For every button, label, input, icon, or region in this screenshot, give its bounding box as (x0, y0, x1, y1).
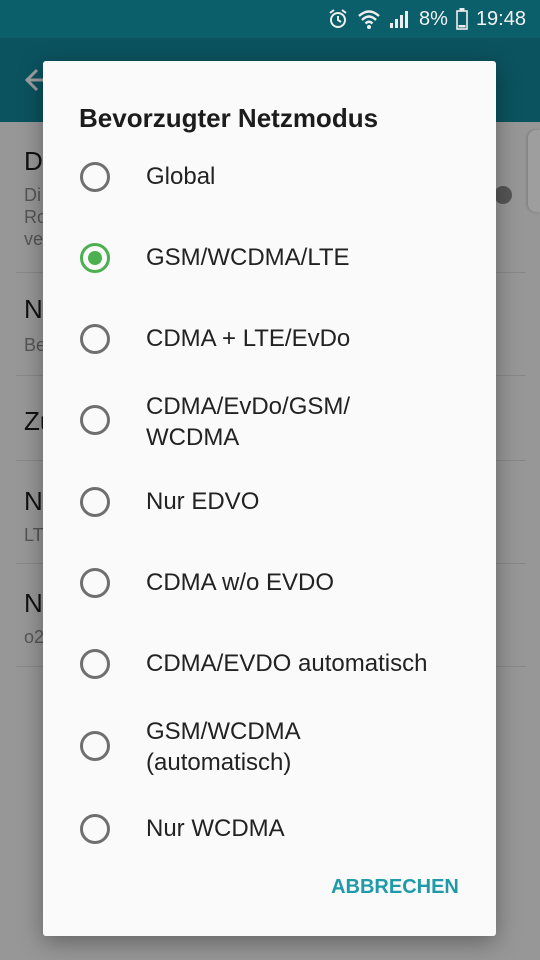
battery-icon (456, 8, 468, 30)
option-nur-edvo[interactable]: Nur EDVO (43, 472, 496, 532)
alarm-icon (327, 8, 349, 30)
option-cdma-wo-evdo[interactable]: CDMA w/o EVDO (43, 553, 496, 613)
radio-button-icon[interactable] (80, 814, 110, 844)
radio-button-icon[interactable] (80, 324, 110, 354)
radio-button-icon[interactable] (80, 649, 110, 679)
option-gsm-wcdma-automatisch[interactable]: GSM/WCDMA (automatisch) (43, 713, 496, 783)
option-label: GSM/WCDMA (automatisch) (146, 718, 300, 776)
radio-button-icon[interactable] (80, 162, 110, 192)
radio-button-icon[interactable] (80, 405, 110, 435)
signal-icon (389, 8, 411, 30)
option-cdma-lte-evdo[interactable]: CDMA + LTE/EvDo (43, 309, 496, 369)
cancel-button[interactable]: ABBRECHEN (320, 869, 470, 905)
option-label: CDMA/EvDo/GSM/ WCDMA (146, 393, 351, 451)
option-label: Nur WCDMA (146, 815, 285, 842)
dialog-title: Bevorzugter Netzmodus (79, 103, 379, 133)
option-label: Global (146, 163, 216, 190)
status-icons: 8% 19:48 (327, 0, 526, 38)
option-gsm-wcdma-lte[interactable]: GSM/WCDMA/LTE (43, 228, 496, 288)
radio-button-checked-icon[interactable] (80, 243, 110, 273)
option-global[interactable]: Global (43, 147, 496, 207)
status-bar: 8% 19:48 (0, 0, 540, 38)
radio-button-icon[interactable] (80, 487, 110, 517)
clock: 19:48 (475, 7, 526, 30)
option-nur-wcdma[interactable]: Nur WCDMA (43, 799, 496, 859)
option-label: Nur EDVO (146, 488, 260, 515)
option-cdma-evdo-gsm-wcdma[interactable]: CDMA/EvDo/GSM/ WCDMA (43, 387, 496, 457)
option-cdma-evdo-automatisch[interactable]: CDMA/EVDO automatisch (43, 634, 496, 694)
option-label: GSM/WCDMA/LTE (146, 244, 350, 271)
radio-button-icon[interactable] (80, 568, 110, 598)
wifi-icon (357, 8, 381, 30)
radio-button-icon[interactable] (80, 731, 110, 761)
option-label: CDMA/EVDO automatisch (146, 650, 428, 677)
battery-percent: 8% (419, 7, 448, 30)
network-mode-dialog: Bevorzugter Netzmodus Global GSM/WCDMA/L… (43, 61, 496, 936)
option-label: CDMA w/o EVDO (146, 569, 335, 596)
option-label: CDMA + LTE/EvDo (146, 325, 351, 352)
